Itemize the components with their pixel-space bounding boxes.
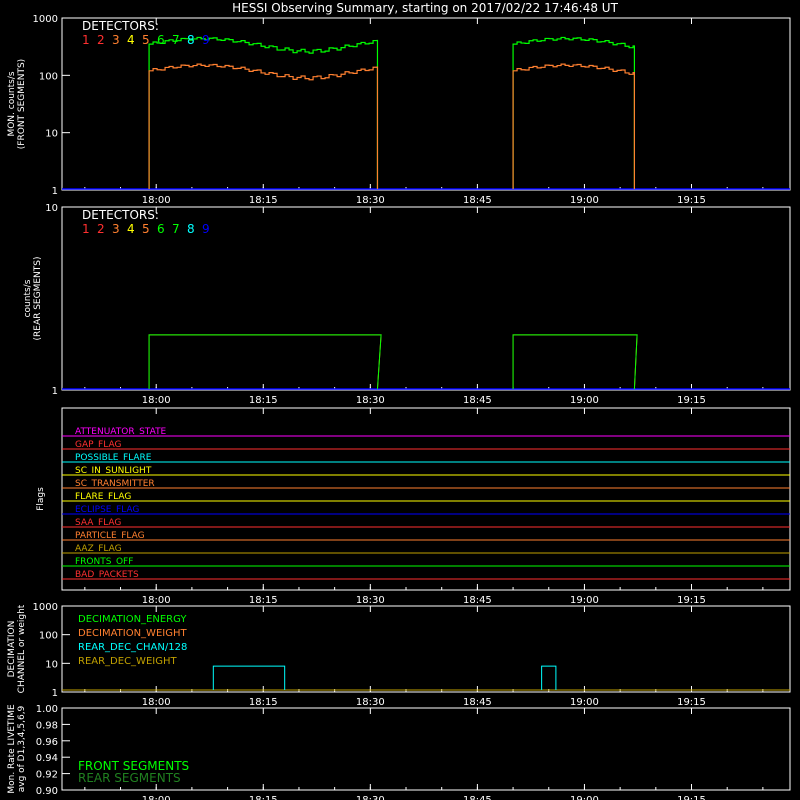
x-tick-label: 18:45 [463,697,492,708]
x-tick-label: 18:30 [356,795,385,800]
x-tick-label: 18:30 [356,395,385,406]
x-tick-label: 18:45 [463,795,492,800]
x-tick-label: 18:45 [463,595,492,606]
legend-detector-5: 5 [142,222,150,236]
y-axis-label-line: counts/s [23,279,33,317]
x-tick-label: 18:30 [356,697,385,708]
legend-detector-6: 6 [157,33,165,47]
y-axis-label: MON. counts/s (FRONT SEGMENTS) [7,59,27,149]
y-tick-label: 0.94 [36,753,58,764]
y-tick-label: 0.90 [36,786,58,797]
y-axis-label: counts/s (REAR SEGMENTS) [23,256,43,340]
x-tick-label: 18:00 [142,697,171,708]
rear-green-series-2 [512,334,638,390]
x-tick-label: 19:00 [570,195,599,206]
y-tick-label: 10 [45,129,58,140]
y-tick-label: 10 [45,203,58,214]
legend-title: DETECTORS: [82,208,159,222]
front-green-series-1 [148,36,379,189]
x-tick-label: 18:15 [249,697,278,708]
y-axis-label-line: MON. counts/s [7,71,17,136]
y-axis-label-line: avg of D1,3,4,5,6,9 [17,705,27,792]
x-tick-label: 18:15 [249,595,278,606]
y-tick-label: 10 [45,659,58,670]
rear-green-series-1 [148,334,382,390]
y-axis-label-line: (FRONT SEGMENTS) [17,59,27,149]
chart-title: HESSI Observing Summary, starting on 201… [232,1,618,15]
x-tick-label: 18:45 [463,395,492,406]
y-axis-label-line: CHANNEL or weight [17,604,27,693]
legend-detector-2: 2 [97,33,105,47]
legend-detector-7: 7 [172,222,180,236]
livetime-legend-2: REAR SEGMENTS [78,771,181,785]
x-tick-label: 18:00 [142,195,171,206]
x-tick-label: 18:00 [142,595,171,606]
y-axis-label: Mon. Rate LIVETIME avg of D1,3,4,5,6,9 [7,704,27,794]
x-tick-label: 18:00 [142,395,171,406]
y-tick-label: 1000 [33,14,58,25]
front-orange-series-1 [148,63,379,189]
decimation-step-1 [212,665,286,690]
x-tick-label: 18:15 [249,195,278,206]
legend-detector-4: 4 [127,222,135,236]
y-tick-label: 1.00 [36,704,58,715]
panel-frame-3 [61,407,791,591]
y-axis-label-line: Flags [36,487,46,511]
y-tick-label: 0.92 [36,770,58,781]
legend-detector-8: 8 [187,33,195,47]
y-axis-label: DECIMATION CHANNEL or weight [7,604,27,693]
legend-detector-8: 8 [187,222,195,236]
legend-detector-9: 9 [202,33,210,47]
decimation-step-2 [541,665,557,690]
legend-detector-2: 2 [97,222,105,236]
legend-detector-3: 3 [112,222,120,236]
legend-detector-1: 1 [82,222,90,236]
y-tick-label: 0.98 [36,720,58,731]
legend-detector-4: 4 [127,33,135,47]
legend-detector-3: 3 [112,33,120,47]
y-axis-label-line: DECIMATION [7,621,17,678]
legend-detector-9: 9 [202,222,210,236]
legend-detector-5: 5 [142,33,150,47]
decimation-legend-1: DECIMATION_ENERGY [78,614,187,625]
x-tick-label: 18:15 [249,395,278,406]
x-tick-label: 18:45 [463,195,492,206]
y-tick-label: 100 [39,631,58,642]
x-tick-label: 19:00 [570,795,599,800]
x-tick-label: 19:00 [570,395,599,406]
y-tick-label: 1 [52,186,58,197]
x-tick-label: 19:15 [677,195,706,206]
decimation-legend-3: REAR_DEC_CHAN/128 [78,642,187,653]
decimation-legend-4: REAR_DEC_WEIGHT [78,656,177,667]
y-tick-label: 1 [52,386,58,397]
rear-orange-series-1 [148,334,382,390]
decimation-legend-2: DECIMATION_WEIGHT [78,628,187,639]
front-green-series-2 [512,36,636,189]
x-tick-label: 19:00 [570,697,599,708]
front-orange-series-2 [512,63,636,189]
x-tick-label: 19:15 [677,595,706,606]
x-tick-label: 18:30 [356,195,385,206]
legend-title: DETECTORS: [82,19,159,33]
x-tick-label: 19:15 [677,395,706,406]
rear-orange-series-2 [512,334,638,390]
x-tick-label: 18:00 [142,795,171,800]
y-tick-label: 1 [52,688,58,699]
x-tick-label: 19:15 [677,697,706,708]
summary-plot: HESSI Observing Summary, starting on 201… [7,1,791,800]
y-axis-label-line: Mon. Rate LIVETIME [7,704,17,794]
x-tick-label: 19:00 [570,595,599,606]
legend-detector-7: 7 [172,33,180,47]
y-axis-label: Flags [36,487,46,511]
y-axis-label-line: (REAR SEGMENTS) [33,256,43,340]
x-tick-label: 18:30 [356,595,385,606]
y-tick-label: 1000 [33,602,58,613]
x-tick-label: 18:15 [249,795,278,800]
legend-detector-1: 1 [82,33,90,47]
y-tick-label: 100 [39,71,58,82]
x-tick-label: 19:15 [677,795,706,800]
legend-detector-6: 6 [157,222,165,236]
y-tick-label: 0.96 [36,737,58,748]
